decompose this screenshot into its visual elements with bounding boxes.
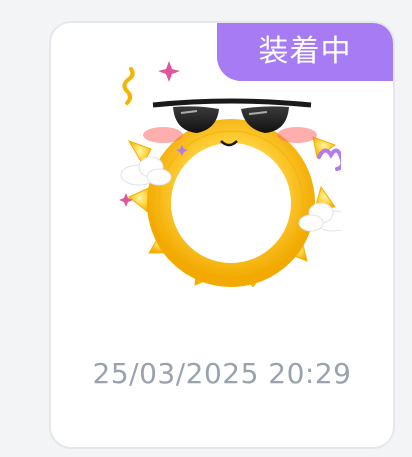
blush-right [277,127,317,143]
equipped-timestamp: 25/03/2025 20:29 [92,357,352,390]
confetti-purple-icon [317,148,341,171]
sun-sunglasses-frame-image [119,61,341,287]
avatar-frame-card[interactable]: 装着中 25/03/2025 20:29 [49,21,395,449]
confetti-yellow-icon [122,67,135,105]
blush-left [143,127,183,143]
